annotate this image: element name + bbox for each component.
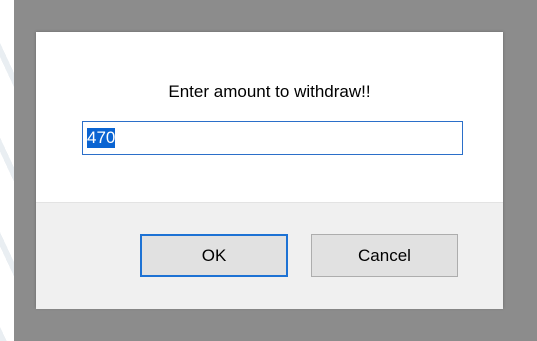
prompt-dialog: Enter amount to withdraw!! OK Cancel (36, 32, 503, 309)
amount-input[interactable] (82, 121, 463, 155)
cancel-button[interactable]: Cancel (311, 234, 458, 277)
background-page-strip (0, 0, 14, 341)
prompt-message: Enter amount to withdraw!! (168, 82, 371, 101)
ok-button[interactable]: OK (140, 234, 288, 277)
dialog-body: Enter amount to withdraw!! (36, 32, 503, 202)
